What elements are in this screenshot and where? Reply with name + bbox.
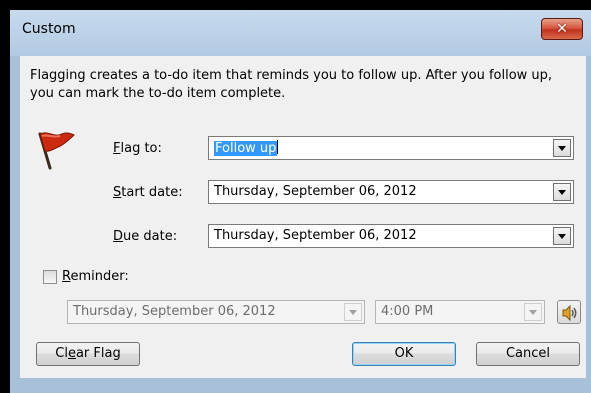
flag-to-input[interactable]: Follow up xyxy=(214,140,279,157)
reminder-checkbox[interactable] xyxy=(43,270,57,284)
due-date-combobox[interactable]: Thursday, September 06, 2012 xyxy=(208,224,574,248)
close-button[interactable]: ✕ xyxy=(541,18,583,40)
start-date-label: Start date: xyxy=(113,185,183,200)
reminder-label[interactable]: Reminder: xyxy=(62,269,129,284)
flag-to-dropdown-button[interactable] xyxy=(553,139,571,157)
reminder-date-value: Thursday, September 06, 2012 xyxy=(73,304,276,319)
red-flag-icon xyxy=(36,128,76,172)
reminder-time-value: 4:00 PM xyxy=(381,304,434,319)
due-date-dropdown-button[interactable] xyxy=(553,227,571,245)
dialog-title: Custom xyxy=(22,21,76,37)
description-text: Flagging creates a to-do item that remin… xyxy=(30,68,553,101)
title-bar[interactable]: Custom ✕ xyxy=(10,10,591,56)
reminder-time-combobox[interactable]: 4:00 PM xyxy=(375,300,545,324)
start-date-combobox[interactable]: Thursday, September 06, 2012 xyxy=(208,180,574,204)
due-date-label: Due date: xyxy=(113,229,178,244)
start-date-value[interactable]: Thursday, September 06, 2012 xyxy=(214,184,417,200)
flag-to-combobox[interactable]: Follow up xyxy=(208,136,574,160)
reminder-date-combobox[interactable]: Thursday, September 06, 2012 xyxy=(67,300,365,324)
reminder-time-dropdown-button[interactable] xyxy=(524,303,542,321)
clear-flag-button[interactable]: Clear Flag xyxy=(36,342,140,366)
dialog-body: Flagging creates a to-do item that remin… xyxy=(20,56,586,378)
start-date-dropdown-button[interactable] xyxy=(553,183,571,201)
custom-flag-dialog: Custom ✕ Flagging creates a to-do item t… xyxy=(10,10,591,393)
reminder-date-dropdown-button[interactable] xyxy=(344,303,362,321)
speaker-icon xyxy=(562,304,577,322)
ok-button[interactable]: OK xyxy=(352,342,456,366)
reminder-sound-button[interactable] xyxy=(557,300,581,324)
flag-to-label: Flag to: xyxy=(113,141,162,156)
due-date-value[interactable]: Thursday, September 06, 2012 xyxy=(214,228,417,244)
close-icon: ✕ xyxy=(556,21,568,37)
cancel-button[interactable]: Cancel xyxy=(476,342,580,366)
